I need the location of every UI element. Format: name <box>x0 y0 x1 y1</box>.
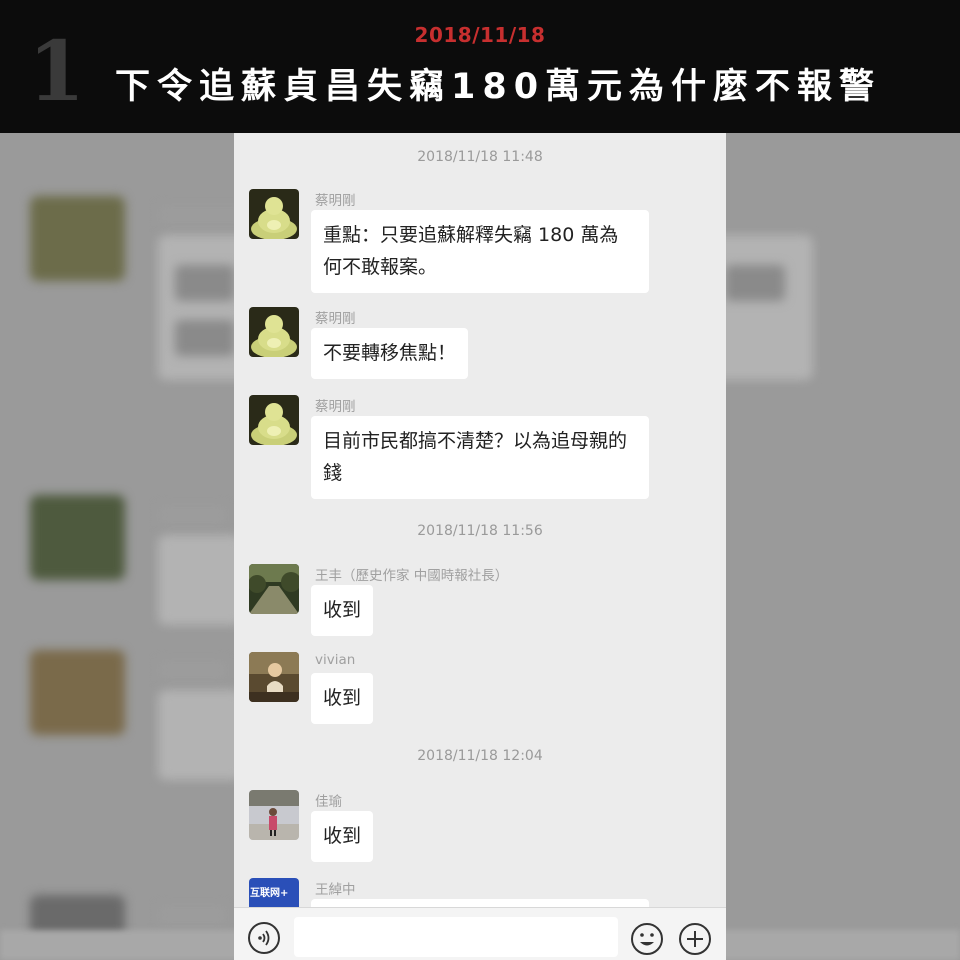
blurred-bubble <box>158 535 243 625</box>
blurred-bubble <box>158 690 243 780</box>
message-bubble[interactable]: 不要轉移焦點！ <box>311 328 469 379</box>
sender-name: 蔡明剛 <box>315 311 356 327</box>
smiley-icon[interactable] <box>630 922 664 956</box>
person-outdoor-photo-icon[interactable] <box>249 790 299 840</box>
golden-buddha-icon[interactable] <box>249 189 299 239</box>
avatar-logo-text: 互联网+ <box>250 886 288 899</box>
message-input-bar <box>234 907 726 960</box>
plus-icon[interactable] <box>678 922 712 956</box>
sender-name: 王綽中 <box>315 882 356 898</box>
header-banner: 1 2018/11/18 下令追蘇貞昌失竊180萬元為什麼不報警 <box>0 0 960 133</box>
blurred-text <box>725 265 785 301</box>
golden-buddha-icon[interactable] <box>249 307 299 357</box>
golden-buddha-icon[interactable] <box>249 395 299 445</box>
sender-name: 蔡明剛 <box>315 399 356 415</box>
blurred-name <box>158 660 228 680</box>
blurred-text <box>175 265 235 301</box>
sender-name: 王丰（歷史作家 中國時報社長） <box>315 568 509 584</box>
message-bubble[interactable]: 重點：只要追蘇解釋失竊 180 萬為何不敢報案。 <box>311 210 649 293</box>
chat-timestamp: 2018/11/18 12:04 <box>417 748 543 764</box>
banner-date: 2018/11/18 <box>414 23 546 47</box>
blurred-name <box>158 905 228 925</box>
blurred-avatar <box>30 495 125 580</box>
message-bubble[interactable]: 收到 <box>311 811 374 862</box>
message-input[interactable] <box>294 917 618 957</box>
woman-at-desk-photo-icon[interactable] <box>249 652 299 702</box>
chat-screenshot: 2018/11/18 11:48 蔡明剛 重點：只要追蘇解釋失竊 180 萬為何… <box>234 133 726 960</box>
internet-plus-logo-icon[interactable]: 互联网+ <box>249 878 299 908</box>
sender-name: vivian <box>315 652 356 668</box>
chat-timestamp: 2018/11/18 11:48 <box>417 149 543 165</box>
blurred-name <box>158 505 228 525</box>
forest-path-photo-icon[interactable] <box>249 564 299 614</box>
blurred-avatar <box>30 650 125 735</box>
sender-name: 佳瑜 <box>315 794 342 810</box>
message-bubble[interactable]: 目前市民都搞不清楚？以為追母親的錢 <box>311 416 649 499</box>
chat-timestamp: 2018/11/18 11:56 <box>417 523 543 539</box>
message-bubble[interactable]: 收到 <box>311 585 374 636</box>
voice-icon[interactable] <box>248 922 280 954</box>
blurred-avatar <box>30 196 125 281</box>
blurred-text <box>175 320 235 356</box>
banner-title: 下令追蘇貞昌失竊180萬元為什麼不報警 <box>115 67 882 107</box>
message-bubble[interactable]: 收到 <box>311 673 374 724</box>
sender-name: 蔡明剛 <box>315 193 356 209</box>
chat-history[interactable]: 2018/11/18 11:48 蔡明剛 重點：只要追蘇解釋失竊 180 萬為何… <box>234 133 726 908</box>
